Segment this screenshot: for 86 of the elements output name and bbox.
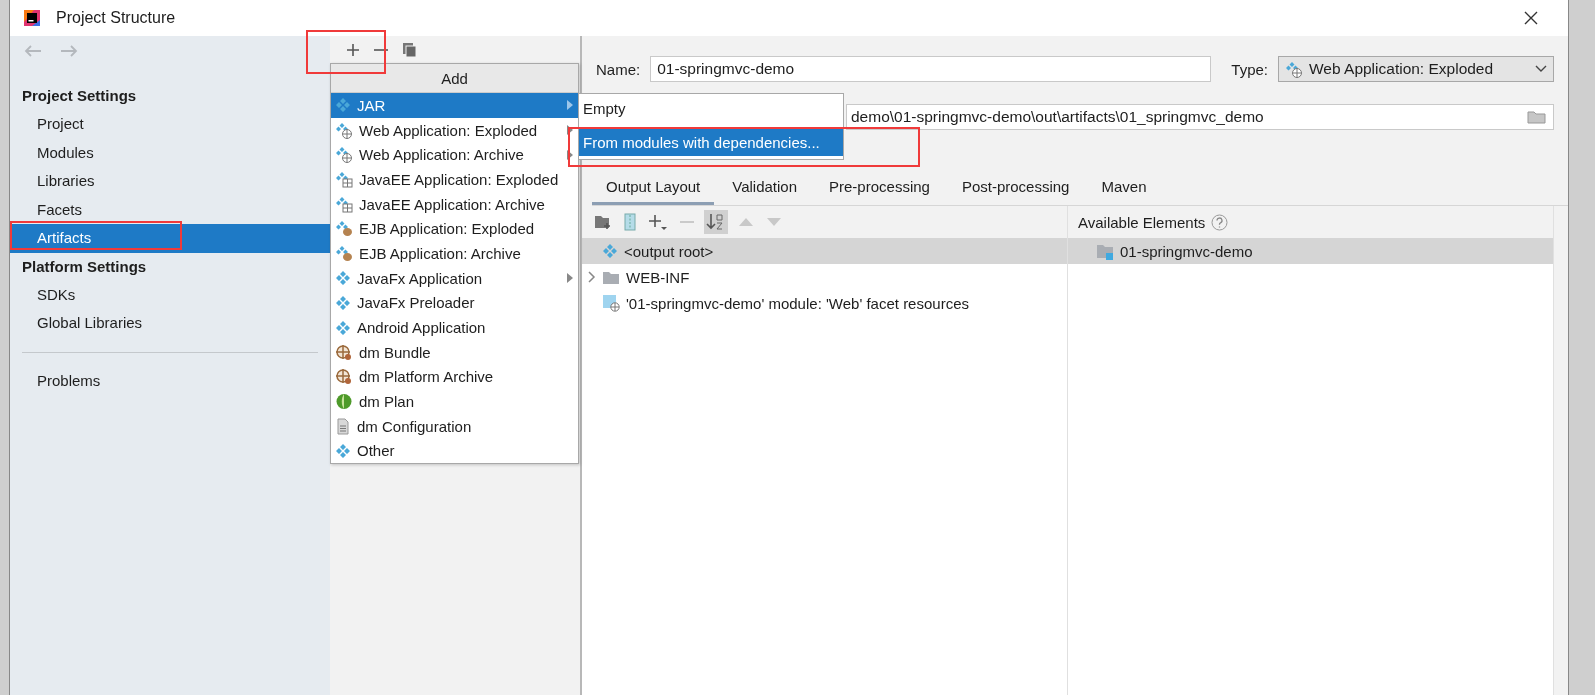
artifact-icon (335, 270, 351, 287)
sidebar-item[interactable]: Project (10, 110, 330, 139)
document-icon (335, 417, 351, 435)
name-field[interactable]: 01-springmvc-demo (650, 56, 1212, 82)
menu-item[interactable]: JavaEE Application: Archive (331, 191, 578, 217)
tree-item-label: <output root> (624, 242, 714, 260)
chevron-down-icon (1535, 65, 1547, 73)
sidebar-item[interactable]: Modules (10, 138, 330, 167)
globe-badge-icon (1285, 60, 1303, 78)
folder-browse-icon[interactable] (1527, 109, 1547, 125)
menu-item[interactable]: From modules with dependencies... (579, 128, 843, 156)
globe-badge-icon (335, 146, 353, 164)
expand-chevron-icon[interactable] (586, 271, 596, 283)
window-title: Project Structure (56, 9, 176, 27)
triangle-down-icon (766, 217, 782, 227)
help-icon[interactable] (1211, 213, 1229, 231)
forward-arrow-icon (60, 44, 78, 58)
menu-item[interactable]: JAR (331, 93, 578, 118)
globe-badge-icon (335, 121, 353, 139)
tree-row[interactable]: <output root> (582, 238, 1067, 264)
web-resource-icon (602, 294, 620, 312)
archive-button[interactable] (622, 210, 638, 234)
bean-badge-icon (335, 244, 353, 262)
module-icon (1096, 242, 1114, 260)
plus-icon (648, 213, 668, 231)
tree-row[interactable]: '01-springmvc-demo' module: 'Web' facet resources (582, 290, 1067, 316)
sidebar-item[interactable]: Libraries (10, 167, 330, 196)
folder-plus-icon (594, 214, 612, 230)
copy-icon (402, 41, 418, 58)
tab[interactable]: Pre-processing (815, 170, 944, 205)
menu-item[interactable]: Web Application: Exploded (331, 117, 578, 143)
sort-icon (706, 212, 726, 232)
grid-badge-icon (335, 195, 353, 213)
menu-item[interactable]: dm Platform Archive (331, 364, 578, 390)
sidebar-item[interactable]: Global Libraries (10, 309, 330, 338)
available-elements-title: Available Elements (1078, 213, 1206, 231)
sidebar-item[interactable]: Problems (10, 366, 330, 395)
menu-item[interactable]: JavaFx Application (331, 265, 578, 291)
plus-icon (346, 42, 360, 57)
back-arrow-icon (24, 44, 42, 58)
menu-item[interactable]: JavaEE Application: Exploded (331, 167, 578, 192)
sidebar-heading: Project Settings (21, 86, 138, 106)
tab[interactable]: Validation (718, 170, 811, 205)
minus-icon (374, 48, 388, 51)
bean-badge-icon (335, 220, 353, 238)
tree-row[interactable]: WEB-INF (582, 264, 1067, 290)
close-icon (1524, 11, 1538, 25)
triangle-up-icon (738, 217, 754, 227)
menu-item[interactable]: Other (331, 438, 578, 464)
wheel-icon (335, 368, 353, 386)
menu-item[interactable]: Empty (579, 94, 843, 122)
menu-item[interactable]: EJB Application: Exploded (331, 216, 578, 242)
menu-item[interactable]: JavaFx Preloader (331, 290, 578, 316)
sidebar-item[interactable]: SDKs (10, 280, 330, 309)
tab[interactable]: Maven (1087, 170, 1161, 205)
available-element[interactable]: 01-springmvc-demo (1068, 238, 1553, 264)
minus-icon (680, 221, 694, 223)
artifact-icon (335, 97, 351, 114)
name-label: Name: (596, 60, 641, 78)
sidebar-heading: Platform Settings (21, 256, 148, 277)
artifact-icon (335, 319, 351, 336)
menu-item[interactable]: dm Bundle (331, 339, 578, 365)
sidebar-item[interactable]: Facets (10, 195, 330, 224)
menu-item[interactable]: Web Application: Archive (331, 142, 578, 168)
menu-item[interactable]: Android Application (331, 315, 578, 340)
sort-button[interactable] (704, 210, 728, 234)
type-dropdown[interactable]: Web Application: Exploded (1278, 56, 1554, 82)
output-directory-field[interactable]: demo\01-springmvc-demo\out\artifacts\01_springmvc_demo (846, 104, 1554, 130)
menu-title: Add (331, 64, 578, 93)
menu-item[interactable]: EJB Application: Archive (331, 241, 578, 266)
grid-badge-icon (335, 170, 353, 188)
archive-icon (624, 213, 636, 231)
tree-item-label: '01-springmvc-demo' module: 'Web' facet resources (626, 294, 969, 312)
menu-item[interactable]: dm Configuration (331, 413, 578, 439)
type-label: Type: (1231, 60, 1268, 78)
tab[interactable]: Post-processing (947, 170, 1084, 205)
tree-item-label: WEB-INF (626, 268, 690, 286)
folder-icon (602, 269, 620, 285)
sidebar-item[interactable]: Artifacts (10, 224, 330, 253)
artifact-icon (335, 442, 351, 459)
menu-item[interactable]: dm Plan (331, 389, 578, 414)
app-logo-icon (22, 8, 42, 28)
wheel-icon (335, 343, 353, 361)
artifact-icon (335, 294, 351, 311)
artifact-icon (602, 243, 618, 259)
leaf-icon (335, 393, 353, 411)
